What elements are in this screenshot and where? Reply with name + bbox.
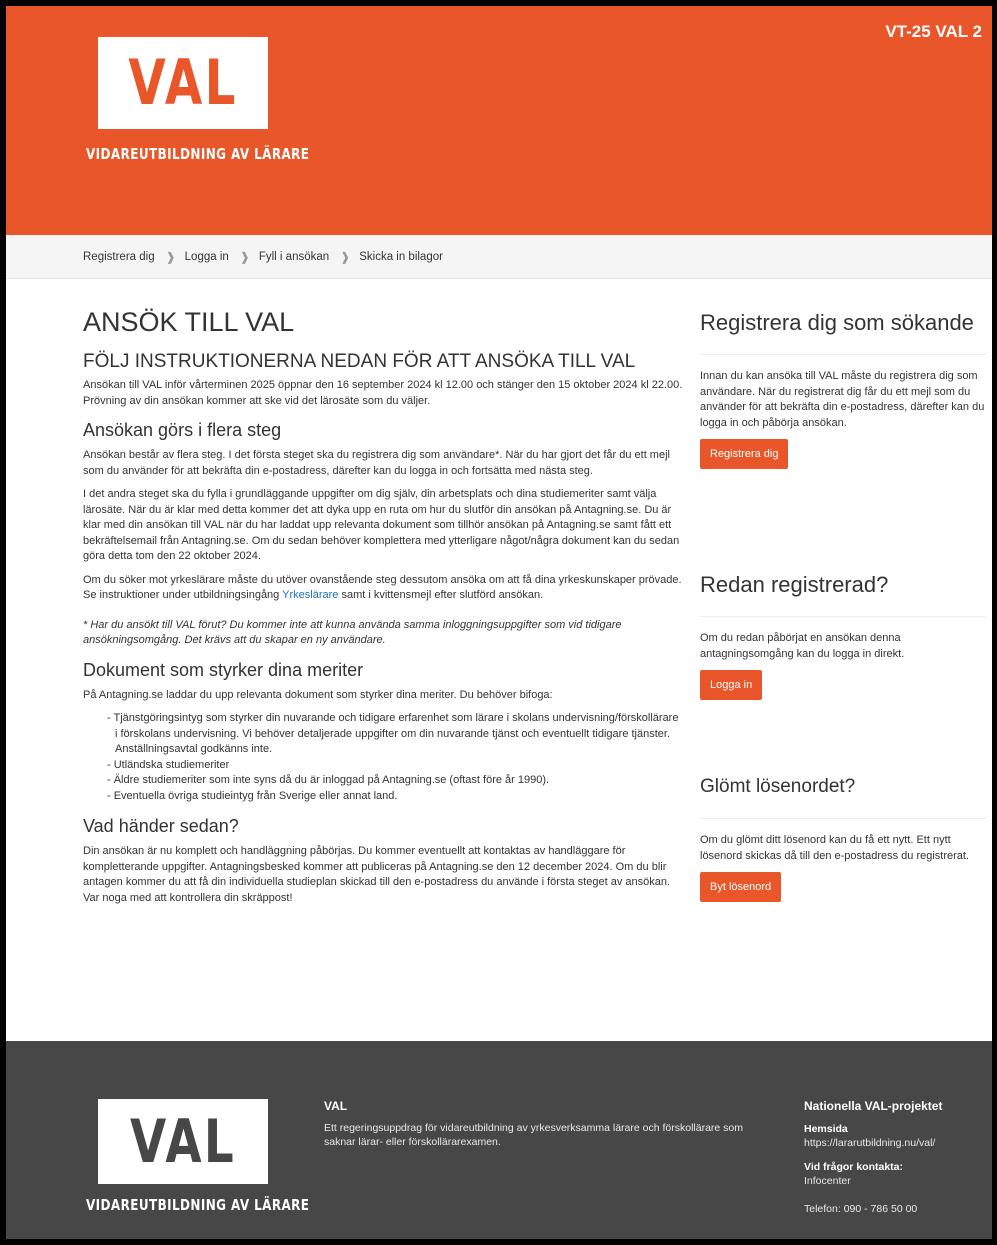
yrkeslarare-link[interactable]: Yrkeslärare xyxy=(282,589,338,601)
change-password-button[interactable]: Byt lösenord xyxy=(700,872,782,902)
step-login: Logga in xyxy=(184,250,229,263)
contact-name: Infocenter xyxy=(804,1175,851,1187)
forgot-text: Om du glömt ditt lösenord kan du få ett … xyxy=(700,834,970,862)
login-heading: Redan registrerad? xyxy=(700,572,889,597)
logo-word: VAL xyxy=(128,46,238,119)
page: VAL VIDAREUTBILDNING AV LÄRARE VT-25 VAL… xyxy=(6,6,992,1239)
chevron-right-icon: ❱ xyxy=(340,249,351,264)
steps-paragraph-3: Om du söker mot yrkeslärare måste du utö… xyxy=(83,573,683,604)
divider xyxy=(700,616,986,617)
logo-subtitle: VIDAREUTBILDNING AV LÄRARE xyxy=(86,145,310,163)
divider xyxy=(700,818,986,819)
login-button[interactable]: Logga in xyxy=(700,670,763,700)
documents-list: - Tjänstgöringsintyg som styrker din nuv… xyxy=(83,711,683,804)
steps-paragraph-1: Ansökan består av flera steg. I det förs… xyxy=(83,449,670,477)
footer-logo-subtitle: VIDAREUTBILDNING AV LÄRARE xyxy=(86,1196,310,1214)
footer-val-logo[interactable]: VAL xyxy=(98,1099,268,1184)
step-fill-application: Fyll i ansökan xyxy=(258,250,330,263)
page-title: ANSÖK TILL VAL xyxy=(83,307,295,337)
footer-about-title: VAL xyxy=(324,1099,348,1113)
contact-label: Vid frågor kontakta: xyxy=(804,1161,903,1173)
val-logo[interactable]: VAL xyxy=(98,37,268,129)
step-register: Registrera dig xyxy=(83,250,155,263)
list-item: - Äldre studiemeriter som inte syns då d… xyxy=(107,774,550,786)
list-item: - Tjänstgöringsintyg som styrker din nuv… xyxy=(107,712,679,755)
intro-paragraph: Ansökan till VAL inför vårterminen 2025 … xyxy=(83,379,683,407)
register-heading: Registrera dig som sökande xyxy=(700,310,974,335)
footer-logo-word: VAL xyxy=(129,1106,237,1177)
homepage-label: Hemsida xyxy=(804,1123,848,1135)
chevron-right-icon: ❱ xyxy=(239,249,250,264)
previous-applicant-note: * Har du ansökt till VAL förut? Du komme… xyxy=(83,618,622,647)
site-header: VAL VIDAREUTBILDNING AV LÄRARE VT-25 VAL… xyxy=(6,6,992,235)
login-block: Redan registrerad? Om du redan påbörjat … xyxy=(700,572,986,700)
register-button[interactable]: Registrera dig xyxy=(700,439,789,469)
chevron-right-icon: ❱ xyxy=(165,249,176,264)
footer-about: VAL Ett regeringsuppdrag för vidareutbil… xyxy=(324,1099,774,1149)
site-footer: VAL VIDAREUTBILDNING AV LÄRARE VAL Ett r… xyxy=(6,1041,992,1239)
divider xyxy=(700,354,986,355)
documents-intro: På Antagning.se laddar du upp relevanta … xyxy=(83,688,553,701)
list-item: - Utländska studiemeriter xyxy=(107,758,230,771)
next-steps-heading: Vad händer sedan? xyxy=(83,816,239,836)
footer-contact-title: Nationella VAL-projektet xyxy=(804,1099,943,1113)
documents-heading: Dokument som styrker dina meriter xyxy=(83,659,364,680)
steps-paragraph-2: I det andra steget ska du fylla i grundl… xyxy=(83,488,680,562)
phone-number: Telefon: 090 - 786 50 00 xyxy=(804,1203,918,1215)
forgot-password-block: Glömt lösenordet? Om du glömt ditt lösen… xyxy=(700,774,986,902)
steps-p3-text-after: samt i kvittensmejl efter slutförd ansök… xyxy=(338,589,544,601)
register-block: Registrera dig som sökande Innan du kan … xyxy=(700,310,986,469)
list-item: - Eventuella övriga studieintyg från Sve… xyxy=(107,789,398,802)
forgot-heading: Glömt lösenordet? xyxy=(700,776,856,797)
steps-breadcrumb: Registrera dig ❱ Logga in ❱ Fyll i ansök… xyxy=(6,235,992,279)
step-send-attachments: Skicka in bilagor xyxy=(359,250,443,263)
footer-contact: Nationella VAL-projektet Hemsida https:/… xyxy=(804,1099,989,1216)
register-text: Innan du kan ansöka till VAL måste du re… xyxy=(700,370,985,429)
footer-about-text: Ett regeringsuppdrag för vidareutbildnin… xyxy=(324,1122,744,1148)
homepage-link[interactable]: https://lararutbildning.nu/val/ xyxy=(804,1136,989,1150)
term-label: VT-25 VAL 2 xyxy=(885,22,982,41)
next-steps-paragraph: Din ansökan är nu komplett och handläggn… xyxy=(83,845,671,904)
login-text: Om du redan påbörjat en ansökan denna an… xyxy=(700,632,905,660)
lead-heading: FÖLJ INSTRUKTIONERNA NEDAN FÖR ATT ANSÖK… xyxy=(83,351,636,372)
main-content: ANSÖK TILL VAL FÖLJ INSTRUKTIONERNA NEDA… xyxy=(83,306,683,914)
steps-heading: Ansökan görs i flera steg xyxy=(83,420,282,440)
